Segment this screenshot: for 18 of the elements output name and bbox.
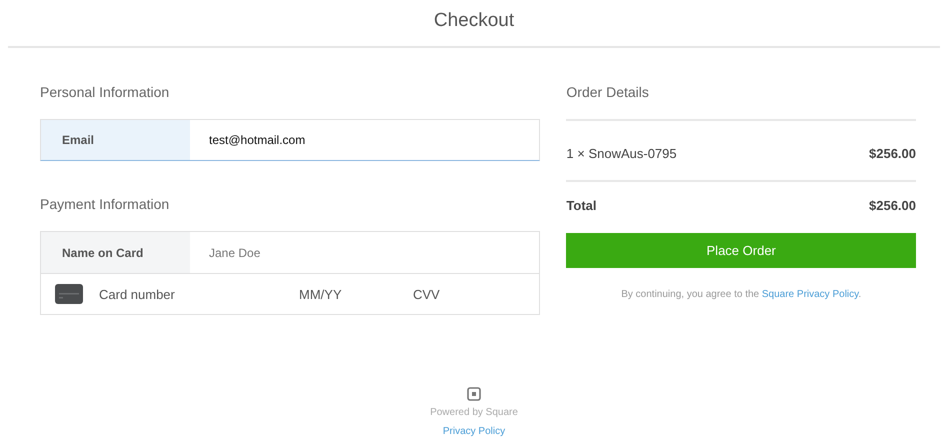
section-heading: Payment Information: [40, 196, 170, 214]
place-order-button[interactable]: Place Order: [566, 233, 916, 268]
input-field[interactable]: CVV: [411, 274, 540, 315]
privacy-link[interactable]: Square Privacy Policy: [762, 289, 858, 300]
input-field[interactable]: Card number: [97, 274, 281, 314]
page-title: Checkout: [434, 10, 514, 32]
total-amount: $256.00: [869, 198, 916, 215]
powered-by-text: Powered by Square: [430, 407, 518, 418]
terms-text: By continuing, you agree to the Square Privacy Policy.: [620, 289, 862, 300]
credit-card-icon: [55, 284, 83, 304]
item-price: $256.00: [869, 146, 916, 163]
section-heading: Personal Information: [40, 84, 170, 102]
item-name: 1 × SnowAus-0795: [566, 146, 677, 163]
total-label: Total: [566, 198, 596, 215]
square-logo-icon: [467, 387, 481, 401]
input-field[interactable]: MM/YY: [284, 274, 411, 315]
privacy-policy-link[interactable]: Privacy Policy: [442, 426, 506, 437]
section-heading: Order Details: [566, 84, 650, 102]
